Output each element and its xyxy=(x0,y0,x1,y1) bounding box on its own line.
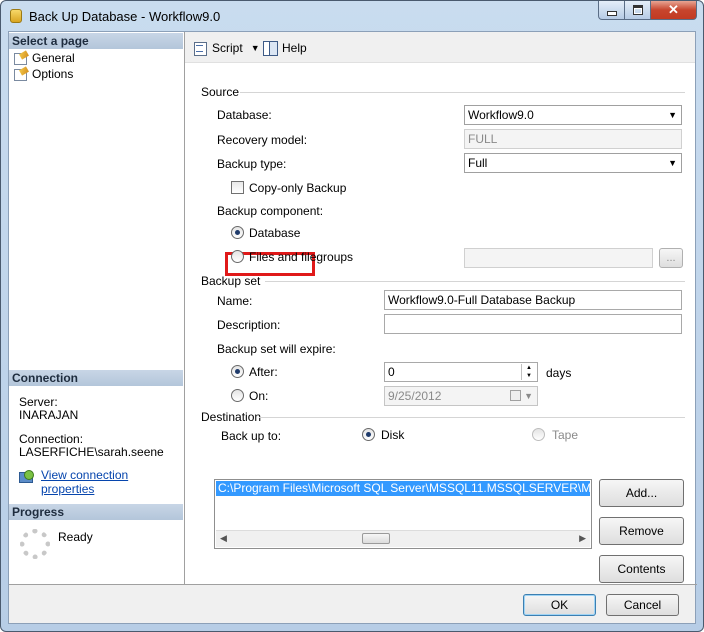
recovery-model-label: Recovery model: xyxy=(217,133,308,147)
help-label: Help xyxy=(282,41,307,55)
scroll-left-icon[interactable]: ◀ xyxy=(220,533,227,544)
window-controls: ✕ xyxy=(598,1,697,21)
chevron-down-icon: ▼ xyxy=(668,158,677,168)
scroll-thumb[interactable] xyxy=(362,533,390,544)
progress-spinner-icon xyxy=(20,529,50,559)
copy-only-checkbox[interactable] xyxy=(231,181,244,194)
dialog-client: Select a page General Options Connection… xyxy=(8,31,697,624)
minimize-icon xyxy=(606,10,617,16)
divider xyxy=(265,281,685,282)
help-button[interactable]: Help xyxy=(263,41,307,56)
page-item-label: Options xyxy=(32,67,74,81)
backup-database-dialog: Back Up Database - Workflow9.0 ✕ Select … xyxy=(0,0,704,632)
component-database-radio[interactable] xyxy=(231,226,244,239)
destination-list[interactable]: C:\Program Files\Microsoft SQL Server\MS… xyxy=(214,479,592,549)
filegroups-field xyxy=(464,248,653,268)
title-bar[interactable]: Back Up Database - Workflow9.0 ✕ xyxy=(1,1,703,31)
database-label: Database: xyxy=(217,108,272,122)
page-item-general[interactable]: General xyxy=(14,51,75,65)
connection-header: Connection xyxy=(9,370,183,386)
minimize-button[interactable] xyxy=(598,1,625,20)
ok-button[interactable]: OK xyxy=(523,594,596,616)
server-label: Server: xyxy=(19,395,58,409)
backup-set-group-title: Backup set xyxy=(201,274,261,288)
expire-label: Backup set will expire: xyxy=(217,342,336,356)
destination-path-row[interactable]: C:\Program Files\Microsoft SQL Server\MS… xyxy=(216,481,590,496)
backup-component-label: Backup component: xyxy=(217,204,324,218)
window-title: Back Up Database - Workflow9.0 xyxy=(29,9,221,24)
expire-after-value: 0 xyxy=(388,365,395,379)
help-icon xyxy=(263,41,278,56)
expire-after-label[interactable]: After: xyxy=(249,365,278,379)
recovery-model-field: FULL xyxy=(464,129,682,149)
component-database-label[interactable]: Database xyxy=(249,226,300,240)
server-value: INARAJAN xyxy=(19,408,79,422)
close-icon: ✕ xyxy=(668,2,679,17)
expire-after-spinner[interactable]: 0 ▲ ▼ xyxy=(384,362,538,382)
toolbar: Script ▼ Help xyxy=(185,32,695,62)
copy-only-label[interactable]: Copy-only Backup xyxy=(249,181,346,195)
progress-status: Ready xyxy=(58,530,93,544)
script-label: Script xyxy=(212,41,243,55)
component-files-radio[interactable] xyxy=(231,250,244,263)
database-select-value: Workflow9.0 xyxy=(468,108,534,122)
connection-value: LASERFICHE\sarah.seene xyxy=(19,445,164,459)
expire-on-radio[interactable] xyxy=(231,389,244,402)
backup-type-label: Backup type: xyxy=(217,157,287,171)
destination-disk-radio[interactable] xyxy=(362,428,375,441)
maximize-button[interactable] xyxy=(625,1,651,20)
script-icon xyxy=(193,41,208,56)
left-panel: Select a page General Options Connection… xyxy=(9,32,185,584)
database-icon xyxy=(10,9,22,23)
description-label: Description: xyxy=(217,318,281,332)
contents-button[interactable]: Contents xyxy=(599,555,684,583)
calendar-icon xyxy=(510,390,521,401)
add-button[interactable]: Add... xyxy=(599,479,684,507)
divider xyxy=(240,92,685,93)
expire-after-radio[interactable] xyxy=(231,365,244,378)
chevron-down-icon: ▼ xyxy=(524,391,533,401)
database-select[interactable]: Workflow9.0 ▼ xyxy=(464,105,682,125)
destination-group-title: Destination xyxy=(201,410,262,424)
back-up-to-label: Back up to: xyxy=(221,429,282,443)
spinner-arrows-icon[interactable]: ▲ ▼ xyxy=(521,364,536,380)
progress-header: Progress xyxy=(9,504,183,520)
select-page-header: Select a page xyxy=(9,33,183,49)
backup-type-select[interactable]: Full ▼ xyxy=(464,153,682,173)
name-label: Name: xyxy=(217,294,253,308)
general-page: Source Database: Workflow9.0 ▼ Recovery … xyxy=(185,62,695,585)
divider xyxy=(259,417,685,418)
chevron-down-icon: ▼ xyxy=(668,110,677,120)
scroll-right-icon[interactable]: ▶ xyxy=(579,533,586,544)
connection-properties-icon xyxy=(19,470,34,483)
page-item-options[interactable]: Options xyxy=(14,67,73,81)
filegroups-browse-button[interactable]: ... xyxy=(659,248,683,268)
backup-type-select-value: Full xyxy=(468,156,488,170)
source-group-title: Source xyxy=(201,85,240,99)
divider xyxy=(9,584,697,585)
cancel-button[interactable]: Cancel xyxy=(606,594,679,616)
destination-tape-radio xyxy=(532,428,545,441)
component-files-label[interactable]: Files and filegroups xyxy=(249,250,353,264)
page-icon xyxy=(14,68,28,81)
description-input[interactable] xyxy=(384,314,682,334)
remove-button[interactable]: Remove xyxy=(599,517,684,545)
expire-on-date-picker: 9/25/2012 ▼ xyxy=(384,386,538,406)
page-icon xyxy=(14,52,28,65)
expire-on-label[interactable]: On: xyxy=(249,389,268,403)
days-label: days xyxy=(546,366,572,380)
horizontal-scrollbar[interactable]: ◀ ▶ xyxy=(216,530,590,547)
view-connection-properties-link[interactable]: View connection properties xyxy=(41,468,184,496)
backup-name-input[interactable]: Workflow9.0-Full Database Backup xyxy=(384,290,682,310)
connection-label: Connection: xyxy=(19,432,84,446)
destination-disk-label[interactable]: Disk xyxy=(381,428,404,442)
expire-on-value: 9/25/2012 xyxy=(388,389,442,403)
page-item-label: General xyxy=(32,51,75,65)
chevron-down-icon[interactable]: ▼ xyxy=(251,43,260,53)
close-button[interactable]: ✕ xyxy=(651,1,697,20)
destination-tape-label: Tape xyxy=(552,428,579,442)
script-button[interactable]: Script ▼ xyxy=(193,41,260,56)
maximize-icon xyxy=(632,5,643,15)
